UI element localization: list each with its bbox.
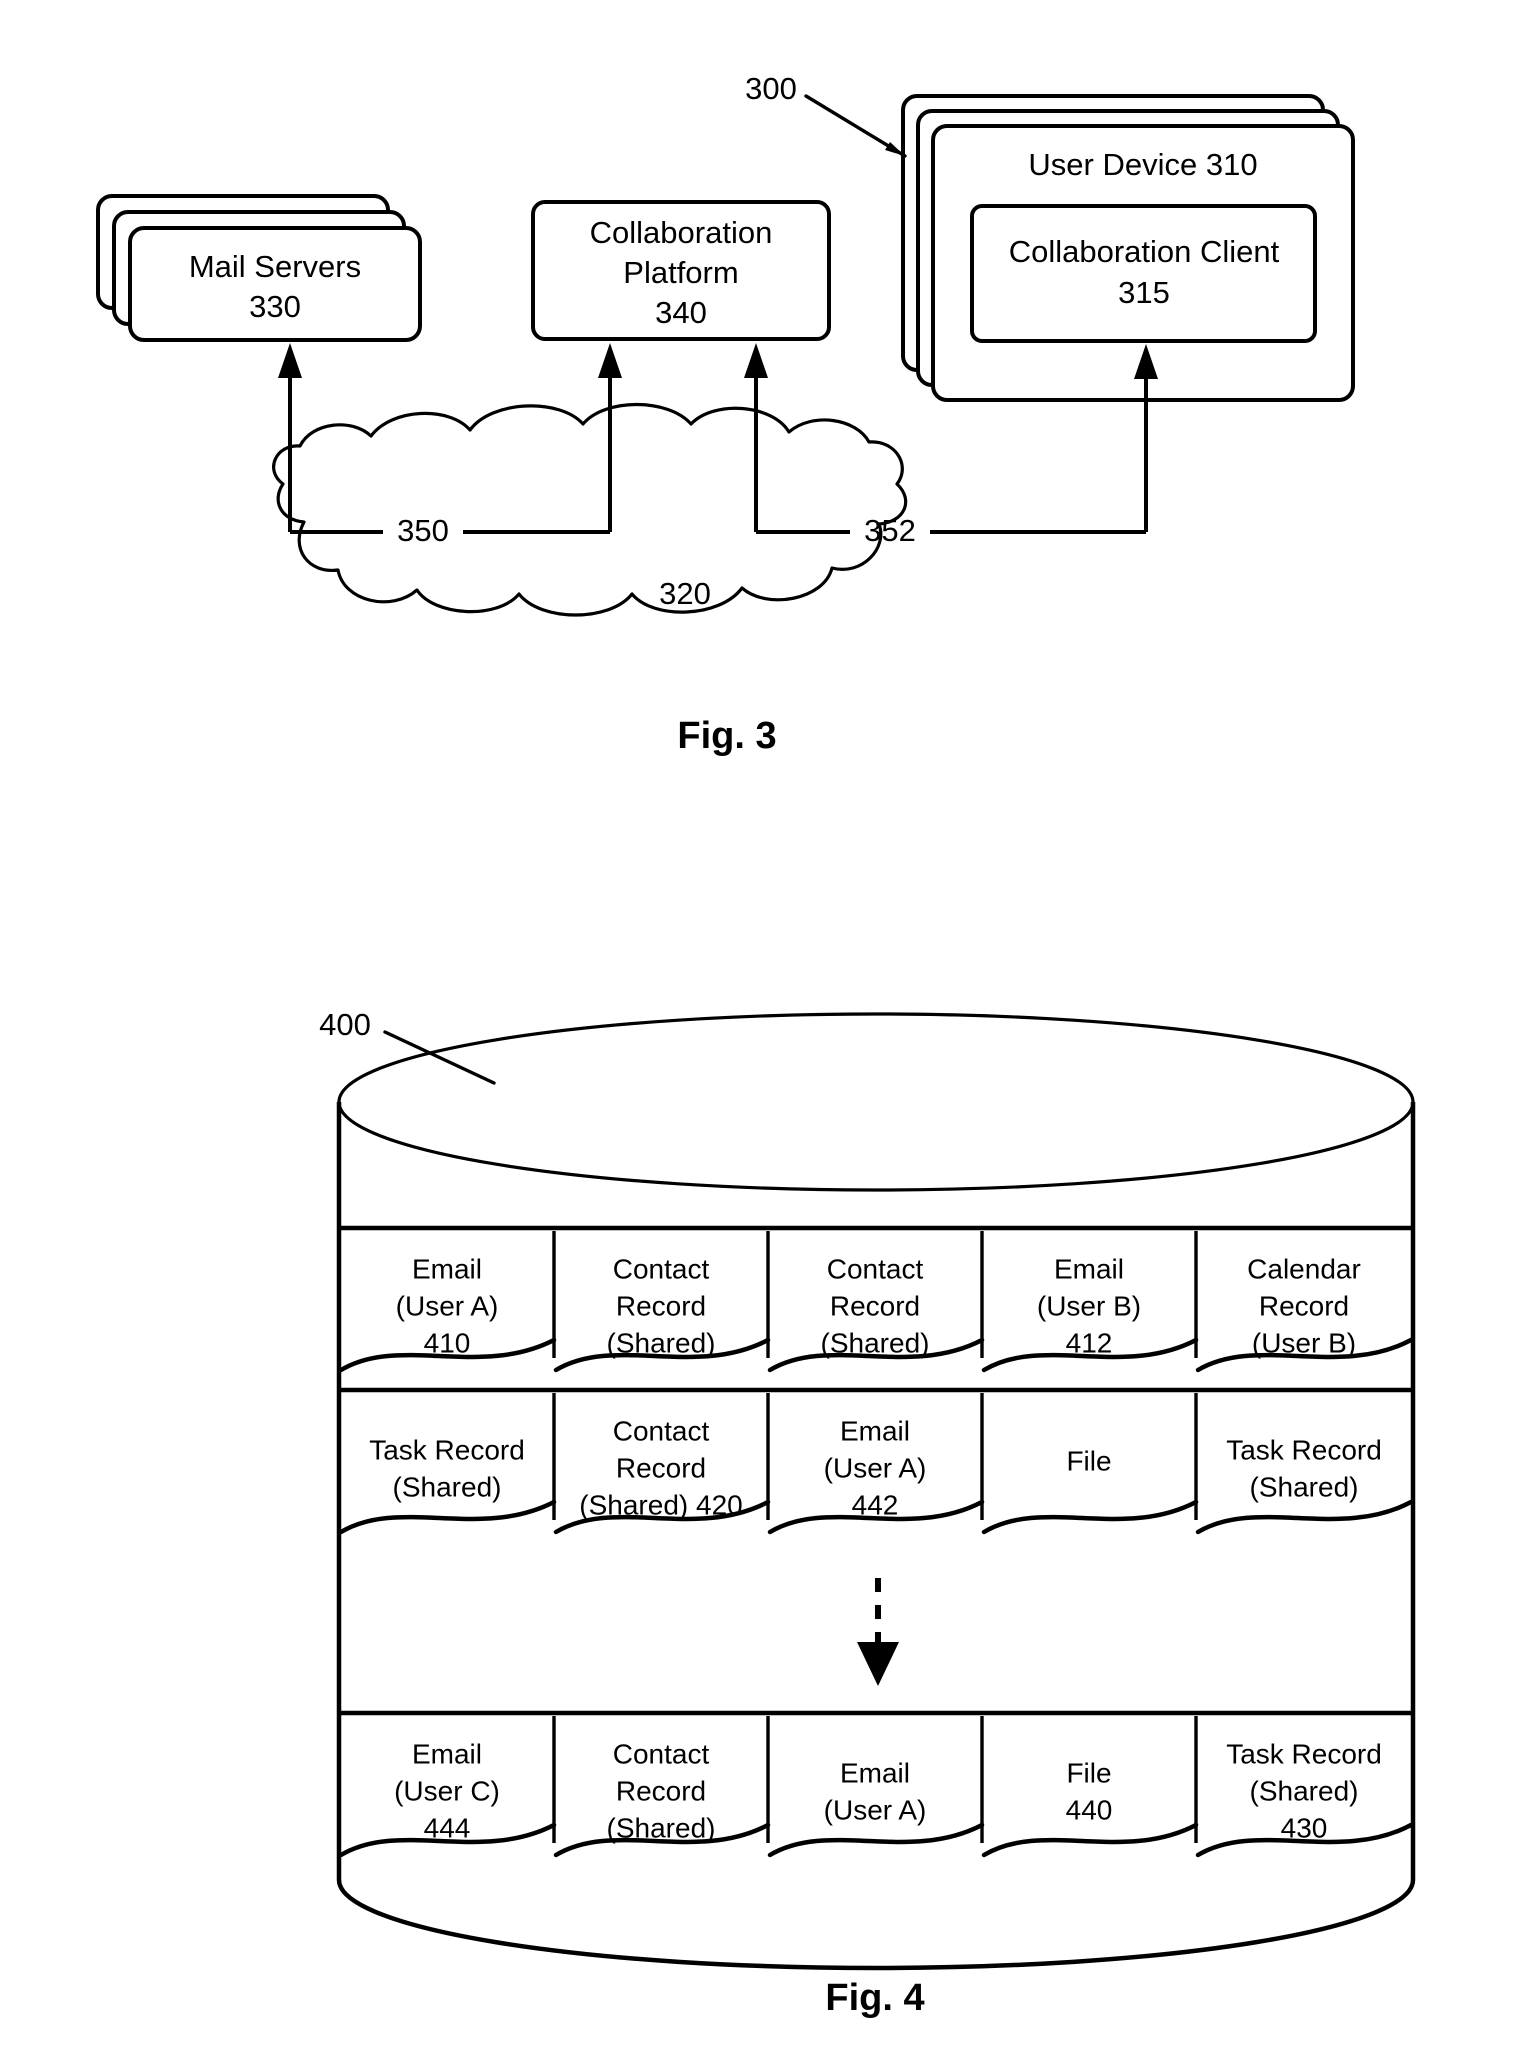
system-300-callout: 300: [745, 71, 907, 158]
arrowhead-mail-servers: [278, 343, 302, 378]
cell-text-line: (Shared): [393, 1471, 502, 1502]
cell-text-line: Record: [1259, 1290, 1349, 1321]
row-2-wave-4: [981, 1499, 1199, 1535]
figure-3-caption: Fig. 3: [677, 715, 776, 757]
cell-text-line: (Shared): [1250, 1471, 1359, 1502]
figure-3: Mail Servers 330 Collaboration Platform …: [96, 71, 1355, 757]
cell-text-line: Email: [840, 1757, 910, 1788]
arrowhead-platform-left: [598, 343, 622, 378]
cell-text-line: 410: [424, 1327, 471, 1358]
cell-text-line: File: [1066, 1757, 1111, 1788]
cell-text-line: Calendar: [1247, 1253, 1361, 1284]
row-2-wave-5: [1195, 1499, 1414, 1535]
cell-text-line: Task Record: [1226, 1434, 1382, 1465]
cell-text-line: (Shared) 420: [579, 1489, 742, 1520]
user-device-label: User Device 310: [1028, 147, 1257, 182]
store-ref-400-label: 400: [319, 1007, 371, 1042]
cell-text-line: (User A): [824, 1794, 927, 1825]
cloud-outline: [272, 402, 908, 617]
cylinder-bottom-arc: [336, 1879, 1416, 1971]
cell-text-line: Email: [412, 1738, 482, 1769]
cell-text-line: Email: [840, 1415, 910, 1446]
cell-text-line: Task Record: [1226, 1738, 1382, 1769]
cloud-ref-320-label: 320: [659, 576, 711, 611]
figure-4: 400 Email (User A) 410 Contact Record (S…: [319, 1007, 1416, 2019]
row-3-wave-3: [767, 1822, 985, 1858]
patent-figure-sheet: Mail Servers 330 Collaboration Platform …: [96, 71, 1416, 2019]
cell-text-line: 440: [1066, 1794, 1113, 1825]
store-ref-400-leader: [383, 1030, 496, 1085]
network-cloud: 320: [272, 402, 908, 617]
cell-text-line: (Shared): [821, 1327, 930, 1358]
figure-4-caption: Fig. 4: [825, 1977, 924, 2019]
collaboration-platform-label-line2: Platform: [623, 255, 738, 290]
cell-text-line: 442: [852, 1489, 899, 1520]
cell-text-line: (User A): [396, 1290, 499, 1321]
cell-text-line: Task Record: [369, 1434, 525, 1465]
cell-text-line: Contact: [827, 1253, 924, 1284]
cell-text-line: (Shared): [607, 1812, 716, 1843]
mail-servers-node: Mail Servers 330: [96, 194, 422, 342]
mail-servers-label-line1: Mail Servers: [189, 249, 361, 284]
row-3-wave-4: [981, 1822, 1199, 1858]
cell-text-line: Contact: [613, 1738, 710, 1769]
link-ref-350-label: 350: [397, 513, 449, 548]
collaboration-client-label-line2: 315: [1118, 275, 1170, 310]
mail-servers-label-line2: 330: [249, 289, 301, 324]
cell-text-line: Record: [830, 1290, 920, 1321]
collaboration-platform-label-line1: Collaboration: [590, 215, 773, 250]
cell-text-line: Email: [412, 1253, 482, 1284]
collaboration-client-label-line1: Collaboration Client: [1009, 234, 1280, 269]
cell-text-line: (Shared): [607, 1327, 716, 1358]
record-row: Email (User A) 410 Contact Record (Share…: [338, 1231, 1414, 1373]
cell-text-line: Contact: [613, 1253, 710, 1284]
cell-text-line: (User A): [824, 1452, 927, 1483]
user-device-node: User Device 310 Collaboration Client 315: [901, 94, 1355, 402]
row-2-wave-1: [338, 1499, 557, 1535]
cell-text-line: 430: [1281, 1812, 1328, 1843]
cell-text-line: Record: [616, 1775, 706, 1806]
cell-text-line: (User C): [394, 1775, 500, 1806]
cell-text-line: Record: [616, 1290, 706, 1321]
collaboration-platform-node: Collaboration Platform 340: [531, 200, 831, 341]
cell-text-line: 412: [1066, 1327, 1113, 1358]
collaboration-client-box: [970, 204, 1317, 343]
collaboration-platform-label-line3: 340: [655, 295, 707, 330]
arrowhead-platform-right: [744, 343, 768, 378]
cell-text-line: Record: [616, 1452, 706, 1483]
cell-text-line: (User B): [1037, 1290, 1141, 1321]
link-ref-352-label: 352: [864, 513, 916, 548]
record-row: Task Record (Shared) Contact Record (Sha…: [338, 1393, 1414, 1535]
cell-text-line: 444: [424, 1812, 471, 1843]
cylinder-top-ellipse: [337, 1012, 1415, 1192]
dashed-arrow-head: [857, 1642, 899, 1686]
cell-text-line: File: [1066, 1445, 1111, 1476]
cell-text-line: Contact: [613, 1415, 710, 1446]
cell-text-line: Email: [1054, 1253, 1124, 1284]
cell-text-line: (Shared): [1250, 1775, 1359, 1806]
cell-text-line: (User B): [1252, 1327, 1356, 1358]
system-ref-300-label: 300: [745, 71, 797, 106]
flow-arrow-down: [857, 1578, 899, 1686]
record-row: Email (User C) 444 Contact Record (Share…: [338, 1716, 1414, 1858]
